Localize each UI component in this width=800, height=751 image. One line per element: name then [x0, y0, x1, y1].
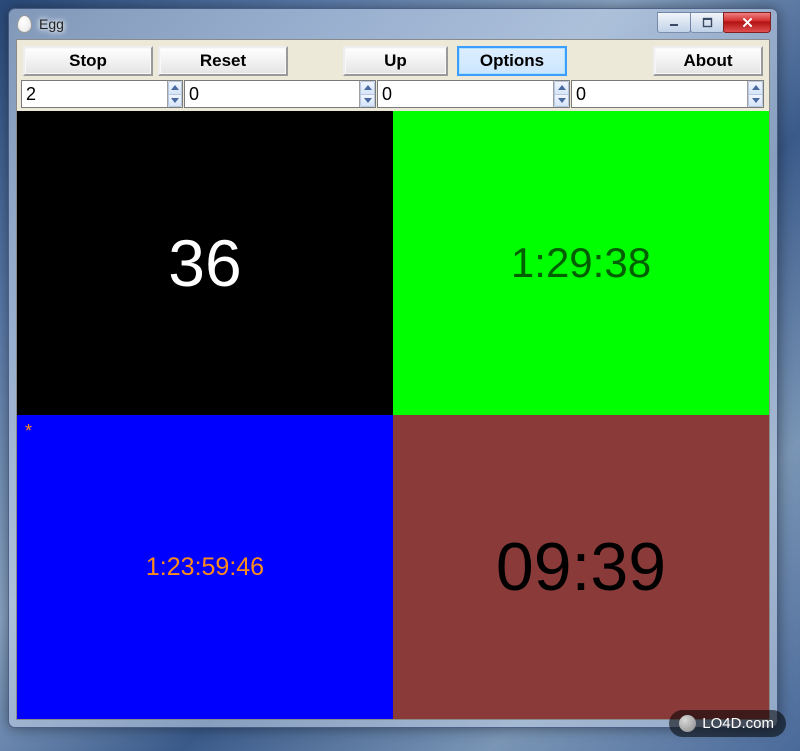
- timer-panel-4[interactable]: 09:39: [393, 415, 769, 719]
- spinner-2-down[interactable]: [360, 94, 375, 108]
- client-area: Stop Reset Up Options About: [16, 39, 770, 720]
- timer-2-value: 1:29:38: [511, 239, 651, 287]
- chevron-down-icon: [558, 98, 566, 103]
- chevron-down-icon: [752, 98, 760, 103]
- window-controls: [658, 12, 771, 33]
- spinner-1-up[interactable]: [168, 81, 182, 94]
- timer-1-value: 36: [168, 225, 241, 301]
- egg-icon: [17, 15, 32, 33]
- timer-3-value: 1:23:59:46: [146, 553, 264, 582]
- spinner-row: [17, 80, 769, 111]
- spinner-3-input[interactable]: [378, 81, 553, 107]
- timer-3-marker: *: [25, 421, 32, 442]
- chevron-down-icon: [171, 98, 179, 103]
- timer-panel-2[interactable]: 1:29:38: [393, 111, 769, 415]
- chevron-up-icon: [752, 85, 760, 90]
- spinner-2: [184, 80, 376, 108]
- window-title: Egg: [39, 16, 64, 32]
- chevron-up-icon: [558, 85, 566, 90]
- timer-4-value: 09:39: [496, 528, 666, 606]
- spinner-3-up[interactable]: [554, 81, 569, 94]
- spinner-4-input[interactable]: [572, 81, 747, 107]
- timer-panel-1[interactable]: 36: [17, 111, 393, 415]
- maximize-button[interactable]: [690, 12, 724, 33]
- chevron-up-icon: [171, 85, 179, 90]
- reset-button[interactable]: Reset: [158, 46, 288, 76]
- watermark: LO4D.com: [669, 710, 786, 737]
- spinner-4-up[interactable]: [748, 81, 763, 94]
- watermark-text: LO4D.com: [702, 715, 774, 732]
- spinner-3: [377, 80, 570, 108]
- up-button[interactable]: Up: [343, 46, 448, 76]
- app-window: Egg Stop Reset Up Options About: [8, 8, 778, 728]
- options-button[interactable]: Options: [457, 46, 567, 76]
- spinner-2-up[interactable]: [360, 81, 375, 94]
- chevron-down-icon: [364, 98, 372, 103]
- spinner-3-down[interactable]: [554, 94, 569, 108]
- titlebar[interactable]: Egg: [9, 9, 777, 39]
- spinner-2-input[interactable]: [185, 81, 359, 107]
- timer-panels: 36 1:29:38 * 1:23:59:46 09:39: [17, 111, 769, 719]
- about-button[interactable]: About: [653, 46, 763, 76]
- spinner-4-down[interactable]: [748, 94, 763, 108]
- spinner-4: [571, 80, 764, 108]
- spinner-1-input[interactable]: [22, 81, 167, 107]
- spinner-1: [21, 80, 183, 108]
- minimize-button[interactable]: [657, 12, 691, 33]
- close-button[interactable]: [723, 12, 771, 33]
- timer-panel-3[interactable]: * 1:23:59:46: [17, 415, 393, 719]
- stop-button[interactable]: Stop: [23, 46, 153, 76]
- toolbar: Stop Reset Up Options About: [17, 40, 769, 80]
- chevron-up-icon: [364, 85, 372, 90]
- spinner-1-down[interactable]: [168, 94, 182, 108]
- globe-icon: [679, 715, 696, 732]
